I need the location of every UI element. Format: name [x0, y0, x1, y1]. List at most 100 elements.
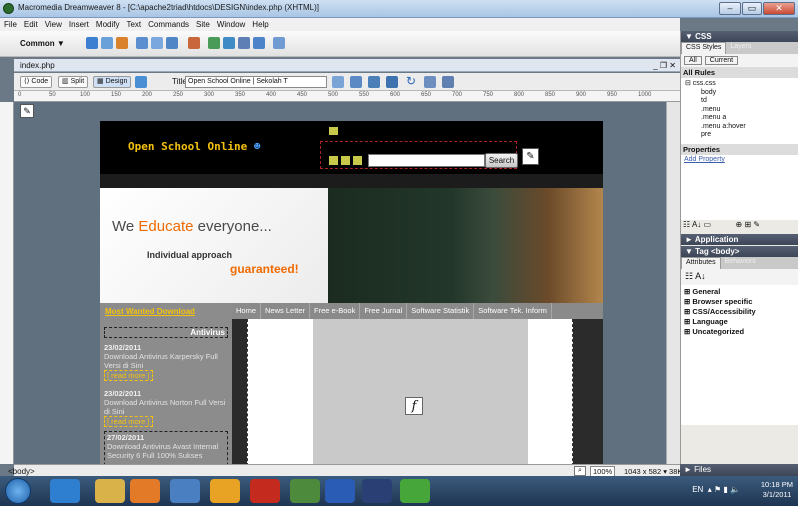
- application-panel-header[interactable]: ► Application: [681, 234, 798, 245]
- insert-category-dropdown[interactable]: Common ▼: [20, 39, 65, 48]
- live-data-icon[interactable]: [135, 76, 147, 88]
- hyperlink-icon[interactable]: [86, 37, 98, 49]
- images-icon[interactable]: [166, 37, 178, 49]
- zoom-tool-icon[interactable]: ⌕: [574, 466, 586, 476]
- rule-pre[interactable]: pre: [685, 131, 794, 140]
- internet-explorer-icon[interactable]: [50, 479, 80, 503]
- sidebar-title[interactable]: Most Wanted Download: [105, 307, 195, 316]
- preview-in-browser-icon[interactable]: [350, 76, 362, 88]
- flash-object-placeholder[interactable]: f: [313, 319, 528, 464]
- rule-menu-a[interactable]: .menu a: [685, 114, 794, 123]
- refresh-icon[interactable]: ↻: [406, 74, 416, 88]
- tab-behaviors[interactable]: Behaviors: [721, 257, 760, 269]
- check-browser-support-icon[interactable]: [368, 76, 380, 88]
- maximize-button[interactable]: ▭: [742, 2, 762, 15]
- category-general[interactable]: ⊞ General: [684, 287, 795, 297]
- add-property-link[interactable]: Add Property: [681, 155, 798, 220]
- app-icon[interactable]: [170, 479, 200, 503]
- email-link-icon[interactable]: [101, 37, 113, 49]
- menu-view[interactable]: View: [45, 20, 62, 29]
- server-side-include-icon[interactable]: [223, 37, 235, 49]
- media-player-icon[interactable]: [130, 479, 160, 503]
- category-language[interactable]: ⊞ Language: [684, 317, 795, 327]
- minimize-button[interactable]: –: [719, 2, 741, 15]
- document-tab-index-php[interactable]: index.php: [20, 61, 55, 70]
- tab-layers[interactable]: Layers: [726, 42, 755, 54]
- view-options-icon[interactable]: [424, 76, 436, 88]
- photoshop-icon[interactable]: [362, 479, 392, 503]
- layer-icon[interactable]: [151, 37, 163, 49]
- rule-menu-a-hover[interactable]: .menu a:hover: [685, 123, 794, 132]
- named-anchor-icon[interactable]: [116, 37, 128, 49]
- menu-site[interactable]: Site: [196, 20, 210, 29]
- close-button[interactable]: ✕: [763, 2, 795, 15]
- category-browser-specific[interactable]: ⊞ Browser specific: [684, 297, 795, 307]
- menu-commands[interactable]: Commands: [148, 20, 189, 29]
- visual-aids-icon[interactable]: [442, 76, 454, 88]
- tab-attributes[interactable]: Attributes: [681, 257, 721, 269]
- rule-td[interactable]: td: [685, 97, 794, 106]
- sidebar: Most Wanted Download Antivirus 23/02/201…: [100, 303, 232, 464]
- menu-insert[interactable]: Insert: [69, 20, 89, 29]
- script-marker-icon: [341, 156, 350, 165]
- menu-help[interactable]: Help: [252, 20, 268, 29]
- comment-icon[interactable]: [238, 37, 250, 49]
- date-icon[interactable]: [208, 37, 220, 49]
- menu-edit[interactable]: Edit: [24, 20, 38, 29]
- design-canvas[interactable]: ✎ Open School Online ☻ Search ✎ We Educa…: [14, 102, 666, 464]
- tag-selector-body[interactable]: <body>: [8, 467, 35, 476]
- rule-menu[interactable]: .menu: [685, 106, 794, 115]
- chrome-icon[interactable]: [210, 479, 240, 503]
- read-more-link[interactable]: [ read more ]: [104, 370, 153, 381]
- mode-all-button[interactable]: All: [684, 56, 702, 65]
- mode-current-button[interactable]: Current: [704, 56, 739, 65]
- attribute-view-toggle[interactable]: ☷ A↓: [681, 269, 798, 285]
- category-uncategorized[interactable]: ⊞ Uncategorized: [684, 327, 795, 337]
- menu-window[interactable]: Window: [217, 20, 245, 29]
- css-panel-header[interactable]: ▼ CSS: [681, 31, 798, 42]
- system-tray[interactable]: EN ▴ ⚑ ▮ 🔈: [692, 485, 740, 494]
- all-rules-header[interactable]: All Rules: [681, 67, 798, 78]
- split-view-button[interactable]: ▥ Split: [58, 76, 89, 88]
- read-more-link[interactable]: [ read more ]: [104, 416, 153, 427]
- rule-stylesheet[interactable]: ⊟ css.css: [685, 80, 794, 89]
- page-title-input[interactable]: Open School Online | Sekolah T: [185, 76, 327, 88]
- table-icon[interactable]: [136, 37, 148, 49]
- start-button[interactable]: [5, 478, 31, 504]
- css-panel-footer-icons[interactable]: ☷ A↓ ▭ ⊕ ⊞ ✎: [681, 220, 798, 232]
- tag-chooser-icon[interactable]: [273, 37, 285, 49]
- nav-newsletter[interactable]: News Letter: [261, 303, 311, 319]
- menu-modify[interactable]: Modify: [96, 20, 120, 29]
- nav-software-tek-inform[interactable]: Software Tek. Inform: [474, 303, 552, 319]
- tag-inspector-header[interactable]: ▼ Tag <body>: [681, 246, 798, 257]
- flash-placeholder-icon[interactable]: ✎: [522, 148, 539, 165]
- media-icon[interactable]: [188, 37, 200, 49]
- validate-markup-icon[interactable]: [386, 76, 398, 88]
- clock[interactable]: 10:18 PM 3/1/2011: [761, 480, 793, 500]
- site-search-input[interactable]: [368, 154, 485, 167]
- edit-cursor-icon[interactable]: ✎: [20, 104, 34, 118]
- nav-software-statistik[interactable]: Software Statistik: [407, 303, 475, 319]
- rule-body[interactable]: body: [685, 89, 794, 98]
- tab-css-styles[interactable]: CSS Styles: [681, 42, 727, 54]
- category-css-accessibility[interactable]: ⊞ CSS/Accessibility: [684, 307, 795, 317]
- code-view-button[interactable]: ⟨⟩ Code: [20, 76, 53, 88]
- menu-file[interactable]: File: [4, 20, 17, 29]
- site-search-button[interactable]: Search: [485, 153, 518, 168]
- ruler-mark: 0: [18, 92, 22, 98]
- file-management-icon[interactable]: [332, 76, 344, 88]
- browser-icon[interactable]: [400, 479, 430, 503]
- files-panel-header[interactable]: ► Files: [680, 464, 798, 476]
- nav-free-jurnal[interactable]: Free Jurnal: [360, 303, 408, 319]
- nav-home[interactable]: Home: [232, 303, 262, 319]
- menu-text[interactable]: Text: [126, 20, 141, 29]
- dreamweaver-icon[interactable]: [290, 479, 320, 503]
- templates-icon[interactable]: [253, 37, 265, 49]
- document-window-controls[interactable]: _ ❐ ✕: [653, 61, 676, 70]
- canvas-vertical-scrollbar[interactable]: [666, 102, 680, 464]
- file-explorer-icon[interactable]: [95, 479, 125, 503]
- word-icon[interactable]: [325, 479, 355, 503]
- design-view-button[interactable]: ▦ Design: [93, 76, 132, 88]
- nav-free-ebook[interactable]: Free e-Book: [310, 303, 361, 319]
- acrobat-icon[interactable]: [250, 479, 280, 503]
